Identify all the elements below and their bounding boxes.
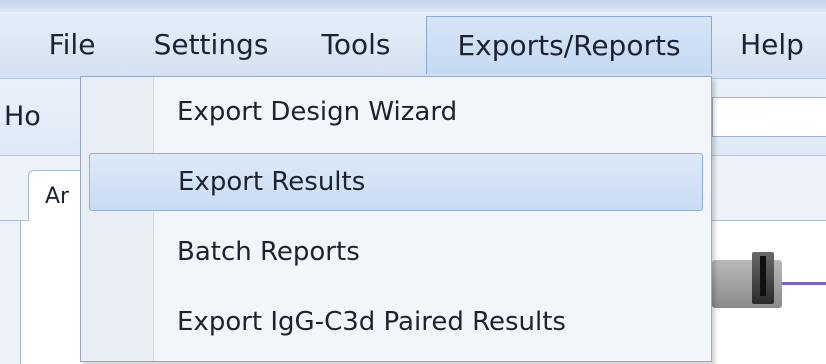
- exports-reports-dropdown: Export Design Wizard Export Results Batc…: [80, 76, 712, 362]
- menu-settings[interactable]: Settings: [132, 16, 290, 74]
- menu-item-batch-reports[interactable]: Batch Reports: [89, 223, 703, 281]
- menu-item-export-igg-c3d-paired-results[interactable]: Export IgG-C3d Paired Results: [89, 293, 703, 351]
- menu-bar: File Settings Tools Exports/Reports Help: [0, 12, 826, 79]
- menu-exports-reports[interactable]: Exports/Reports: [426, 16, 712, 74]
- home-tab[interactable]: Ho: [0, 89, 41, 145]
- menu-item-export-results[interactable]: Export Results: [89, 153, 703, 211]
- menu-file[interactable]: File: [30, 16, 114, 74]
- instrument-slot: [760, 256, 766, 296]
- menu-tools[interactable]: Tools: [300, 16, 412, 74]
- instrument-image: [712, 252, 826, 312]
- instrument-connector-line: [782, 282, 826, 285]
- window-top-edge: [0, 0, 826, 12]
- menu-help[interactable]: Help: [722, 16, 822, 74]
- toolbar-input-field[interactable]: [712, 97, 826, 137]
- menu-item-export-design-wizard[interactable]: Export Design Wizard: [89, 83, 703, 141]
